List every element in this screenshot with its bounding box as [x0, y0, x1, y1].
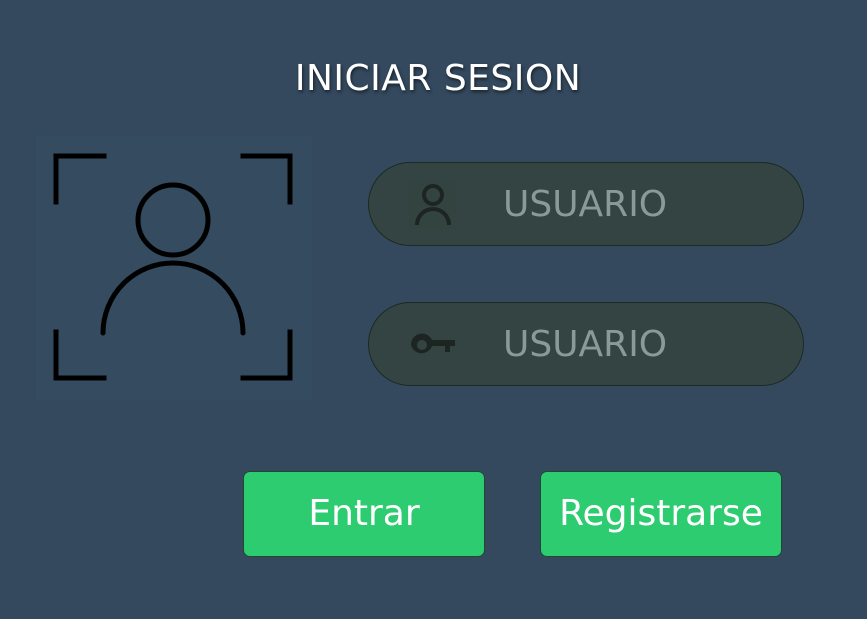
key-icon	[410, 333, 455, 354]
username-field[interactable]: USUARIO	[368, 162, 804, 246]
user-icon	[409, 181, 457, 229]
password-field[interactable]: USUARIO	[368, 302, 804, 386]
face-scan-user-icon	[53, 153, 293, 381]
avatar-panel	[36, 136, 312, 400]
password-placeholder: USUARIO	[503, 324, 668, 365]
register-button[interactable]: Registrarse	[540, 471, 782, 557]
username-placeholder: USUARIO	[503, 184, 668, 225]
login-button[interactable]: Entrar	[243, 471, 485, 557]
page-title: INICIAR SESION	[294, 58, 582, 99]
